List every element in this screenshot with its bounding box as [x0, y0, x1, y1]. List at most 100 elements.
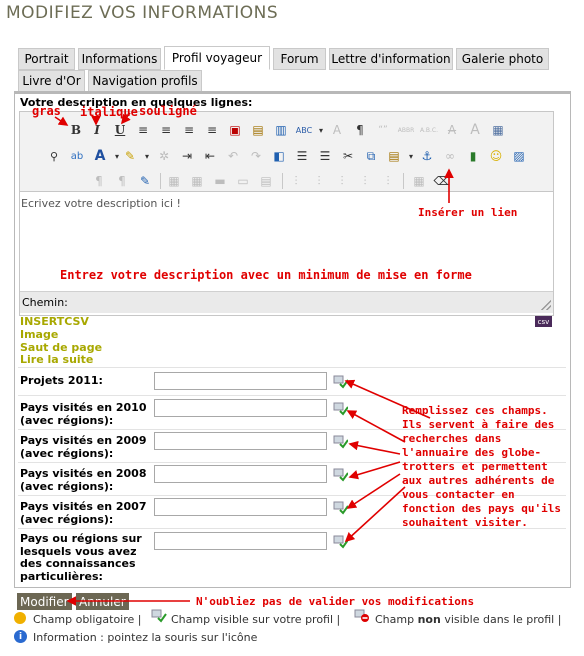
- table-props-icon[interactable]: ▦: [188, 172, 206, 190]
- tab-forum[interactable]: Forum: [273, 48, 326, 70]
- editor-path-bar: Chemin:: [20, 291, 553, 313]
- numbered-list-icon[interactable]: ☰: [293, 147, 311, 165]
- table-icon[interactable]: ▦: [165, 172, 183, 190]
- tab-portrait[interactable]: Portrait: [18, 48, 75, 70]
- field-label-pays-2010: Pays visités en 2010 (avec régions):: [20, 401, 147, 427]
- split-cells-icon[interactable]: ⫶: [333, 172, 351, 190]
- row-props-icon[interactable]: ▬: [211, 172, 229, 190]
- delete-col-icon[interactable]: ⫶: [310, 172, 328, 190]
- paste-text-icon[interactable]: ▤: [249, 121, 267, 139]
- indent-icon[interactable]: ⇥: [178, 147, 196, 165]
- link-icon[interactable]: ∞: [441, 147, 459, 165]
- submit-button[interactable]: Modifier: [17, 593, 72, 610]
- path-label: Chemin:: [22, 296, 68, 309]
- tab-livre-or[interactable]: Livre d'Or: [18, 70, 85, 92]
- visible-icon[interactable]: [333, 402, 349, 416]
- pays-2009-input[interactable]: [154, 432, 327, 450]
- info-icon: i: [14, 630, 27, 643]
- csv-icon: csv: [535, 316, 552, 327]
- bold-icon[interactable]: B: [67, 121, 85, 139]
- copy-icon[interactable]: ⧉: [362, 147, 380, 165]
- legend-visible: Champ visible sur votre profil |: [171, 613, 341, 626]
- pays-2008-input[interactable]: [154, 465, 327, 483]
- insert-read-more-link[interactable]: Lire la suite: [20, 353, 93, 366]
- rtl-icon[interactable]: ¶: [113, 172, 131, 190]
- edit-css-icon[interactable]: ▦: [489, 121, 507, 139]
- tab-lettre-information[interactable]: Lettre d'information: [329, 48, 453, 70]
- annotation-italique: italique: [80, 105, 138, 119]
- eraser-icon[interactable]: ⌫: [433, 172, 451, 190]
- insert-col-icon[interactable]: ⫶: [287, 172, 305, 190]
- spellcheck-icon[interactable]: ABC: [295, 121, 313, 139]
- field-label-projets-2011: Projets 2011:: [20, 374, 103, 387]
- align-right-icon[interactable]: ≡: [203, 121, 221, 139]
- insert-image-link[interactable]: Image: [20, 328, 58, 341]
- page-title: MODIFIEZ VOS INFORMATIONS: [6, 3, 279, 23]
- font-icon[interactable]: A: [466, 121, 484, 139]
- pilcrow-icon[interactable]: ¶: [351, 121, 369, 139]
- align-left-icon[interactable]: ≡: [180, 121, 198, 139]
- insert-csv-link[interactable]: INSERTCSV: [20, 315, 89, 328]
- field-label-pays-2008: Pays visités en 2008 (avec régions):: [20, 467, 147, 493]
- paste-icon[interactable]: ▥: [272, 121, 290, 139]
- mandatory-icon: [14, 612, 26, 624]
- not-visible-icon: [354, 609, 370, 623]
- bullet-list-icon[interactable]: ☰: [316, 147, 334, 165]
- pays-connaissances-input[interactable]: [154, 532, 327, 550]
- visible-icon[interactable]: [333, 535, 349, 549]
- italic-icon[interactable]: I: [88, 121, 106, 139]
- outdent-icon[interactable]: ⇤: [201, 147, 219, 165]
- cancel-button[interactable]: Annuler: [76, 593, 129, 610]
- undo-icon[interactable]: ↶: [224, 147, 242, 165]
- replace-icon[interactable]: ab: [68, 147, 86, 165]
- edit-icon[interactable]: ✎: [136, 172, 154, 190]
- visible-icon[interactable]: [333, 468, 349, 482]
- legend-not-visible-prefix: Champ: [375, 613, 415, 626]
- visible-icon[interactable]: [333, 375, 349, 389]
- resize-handle[interactable]: [541, 300, 551, 310]
- pays-2010-input[interactable]: [154, 399, 327, 417]
- cut-icon[interactable]: ✂: [339, 147, 357, 165]
- paste-word-icon[interactable]: ▣: [226, 121, 244, 139]
- tab-galerie-photo[interactable]: Galerie photo: [456, 48, 549, 70]
- tab-profil-voyageur[interactable]: Profil voyageur: [164, 46, 270, 70]
- delete-row-icon[interactable]: ⫶: [379, 172, 397, 190]
- emoticon-icon[interactable]: ☺: [487, 147, 505, 165]
- quote-icon[interactable]: “”: [374, 121, 392, 139]
- cleanup-icon[interactable]: ✲: [155, 147, 173, 165]
- legend-not-visible: Champ non visible dans le profil |: [375, 613, 561, 626]
- highlight-dropdown-icon[interactable]: ▾: [138, 147, 156, 165]
- merge-cells-icon[interactable]: ⫶: [356, 172, 374, 190]
- acronym-icon[interactable]: A.B.C.: [420, 121, 438, 139]
- align-justify-icon[interactable]: ≡: [134, 121, 152, 139]
- strikethrough-icon[interactable]: A: [328, 121, 346, 139]
- visible-icon[interactable]: [333, 501, 349, 515]
- anchor-icon[interactable]: ⚓: [418, 147, 436, 165]
- legend-not-visible-bold: non: [417, 613, 441, 626]
- abbr-icon[interactable]: ABBR: [397, 121, 415, 139]
- text-color-icon[interactable]: A: [91, 147, 109, 165]
- find-icon[interactable]: ⚲: [45, 147, 63, 165]
- align-center-icon[interactable]: ≡: [157, 121, 175, 139]
- toolbar-separator: [160, 173, 161, 189]
- projets-2011-input[interactable]: [154, 372, 327, 390]
- redo-icon[interactable]: ↷: [247, 147, 265, 165]
- visual-aid-icon[interactable]: ▦: [410, 172, 428, 190]
- remove-format-icon[interactable]: A: [443, 121, 461, 139]
- editor-toolbar: B I U ≡ ≡ ≡ ≡ ▣ ▤ ▥ ABC ▾ A ¶ “” ABBR A.…: [20, 112, 553, 192]
- paste-clipboard-icon[interactable]: ▤: [385, 147, 403, 165]
- underline-icon[interactable]: U: [111, 121, 129, 139]
- cell-props-icon[interactable]: ▭: [234, 172, 252, 190]
- ltr-icon[interactable]: ¶: [90, 172, 108, 190]
- insert-row-icon[interactable]: ▤: [257, 172, 275, 190]
- pays-2007-input[interactable]: [154, 498, 327, 516]
- legend-mandatory: Champ obligatoire |: [33, 613, 142, 626]
- tab-informations[interactable]: Informations: [78, 48, 161, 70]
- visible-icon[interactable]: [333, 435, 349, 449]
- highlight-icon[interactable]: ✎: [121, 147, 139, 165]
- tab-navigation-profils[interactable]: Navigation profils: [88, 70, 202, 92]
- visible-legend-icon: [151, 609, 167, 623]
- image-icon[interactable]: ▨: [510, 147, 528, 165]
- media-icon[interactable]: ▮: [464, 147, 482, 165]
- html-source-icon[interactable]: ◧: [270, 147, 288, 165]
